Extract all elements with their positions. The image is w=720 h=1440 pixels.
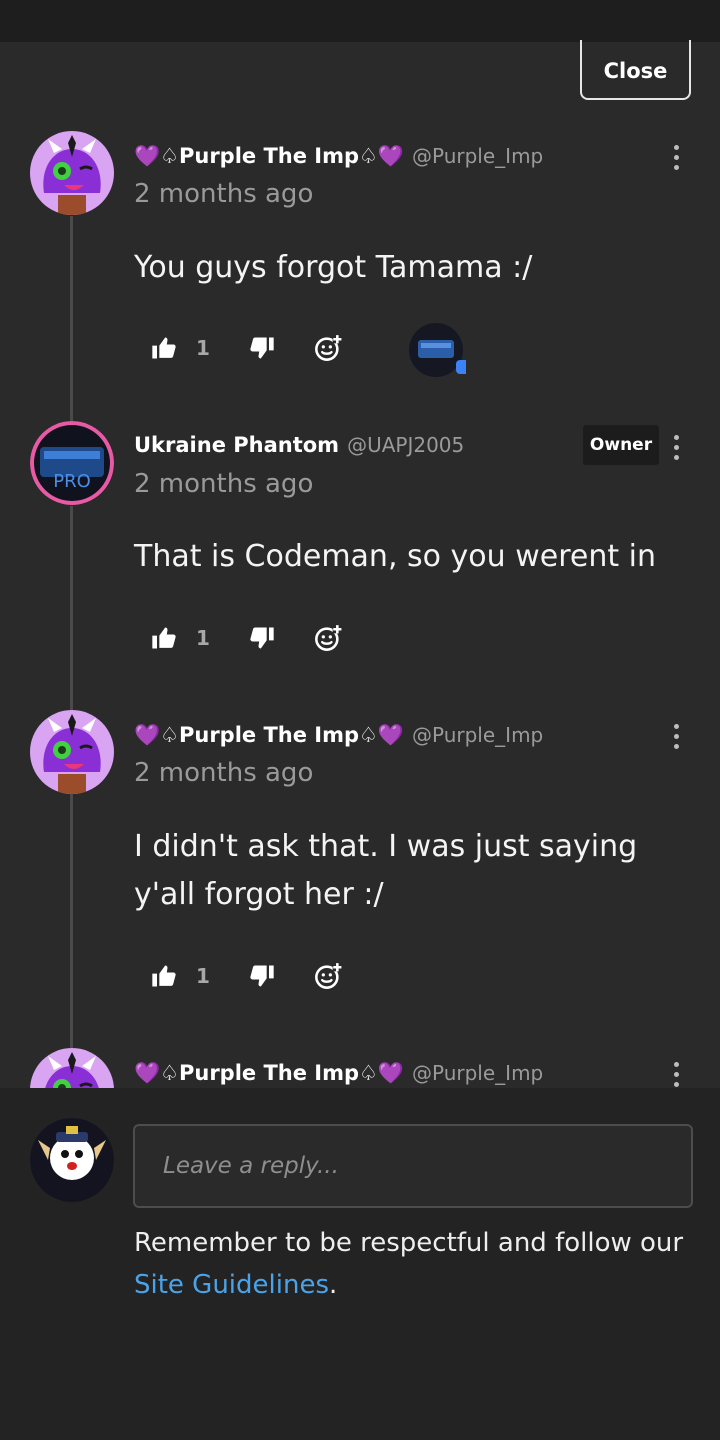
thumbs-up-icon[interactable] (150, 334, 178, 362)
thumbs-down-icon[interactable] (248, 962, 276, 990)
author-name[interactable]: Ukraine Phantom (134, 433, 339, 457)
comment-text: You guys forgot Tamama :/ (134, 250, 533, 285)
thumbs-down-icon[interactable] (248, 624, 276, 652)
thread-line (70, 216, 73, 422)
notice-suffix: . (329, 1270, 338, 1300)
author-name[interactable]: 💜♤Purple The Imp♤💜 (134, 1061, 404, 1086)
reply-composer: Remember to be respectful and follow our… (0, 1088, 720, 1440)
comment-meta: 💜♤Purple The Imp♤💜 @Purple_Imp (134, 718, 543, 752)
more-vert-icon[interactable] (666, 719, 686, 753)
close-button[interactable]: Close (580, 40, 691, 100)
author-name[interactable]: 💜♤Purple The Imp♤💜 (134, 723, 404, 748)
add-reaction-icon[interactable] (314, 624, 342, 652)
comment-actions: 1 (150, 954, 342, 998)
add-reaction-icon[interactable] (314, 962, 342, 990)
avatar[interactable] (30, 421, 114, 505)
add-reaction-icon[interactable] (314, 334, 342, 362)
comment-meta: 💜♤Purple The Imp♤💜 @Purple_Imp (134, 139, 543, 173)
site-guidelines-link[interactable]: Site Guidelines (134, 1270, 329, 1300)
timestamp: 2 months ago (134, 758, 314, 788)
thumbs-up-icon[interactable] (150, 624, 178, 652)
like-count: 1 (196, 964, 210, 988)
more-vert-icon[interactable] (666, 430, 686, 464)
avatar[interactable] (30, 710, 114, 794)
author-handle[interactable]: @Purple_Imp (412, 723, 543, 747)
author-handle[interactable]: @Purple_Imp (412, 1061, 543, 1085)
top-app-bar (0, 0, 720, 42)
comment-meta: 💜♤Purple The Imp♤💜 @Purple_Imp (134, 1056, 543, 1090)
thumbs-down-icon[interactable] (248, 334, 276, 362)
thread-line (70, 506, 73, 712)
thumbs-up-icon[interactable] (150, 962, 178, 990)
notice-text: Remember to be respectful and follow our (134, 1228, 684, 1258)
timestamp: 2 months ago (134, 179, 314, 209)
thread-line (70, 794, 73, 1048)
comment-text: That is Codeman, so you werent in (134, 539, 656, 574)
author-handle[interactable]: @Purple_Imp (412, 144, 543, 168)
like-count: 1 (196, 626, 210, 650)
guidelines-notice: Remember to be respectful and follow our… (134, 1222, 704, 1306)
more-vert-icon[interactable] (666, 1057, 686, 1091)
comment-actions: 1 (150, 326, 342, 370)
reply-input[interactable] (133, 1124, 693, 1208)
more-vert-icon[interactable] (666, 140, 686, 174)
comment-actions: 1 (150, 616, 342, 660)
current-user-avatar (30, 1118, 114, 1202)
author-handle[interactable]: @UAPJ2005 (347, 433, 464, 457)
avatar[interactable] (30, 131, 114, 215)
comment-meta: Ukraine Phantom @UAPJ2005 (134, 428, 464, 462)
author-name[interactable]: 💜♤Purple The Imp♤💜 (134, 144, 404, 169)
owner-badge: Owner (583, 425, 659, 465)
comment-text: I didn't ask that. I was just saying y'a… (134, 829, 638, 912)
creator-reply-avatar[interactable] (406, 322, 466, 378)
like-count: 1 (196, 336, 210, 360)
timestamp: 2 months ago (134, 469, 314, 499)
